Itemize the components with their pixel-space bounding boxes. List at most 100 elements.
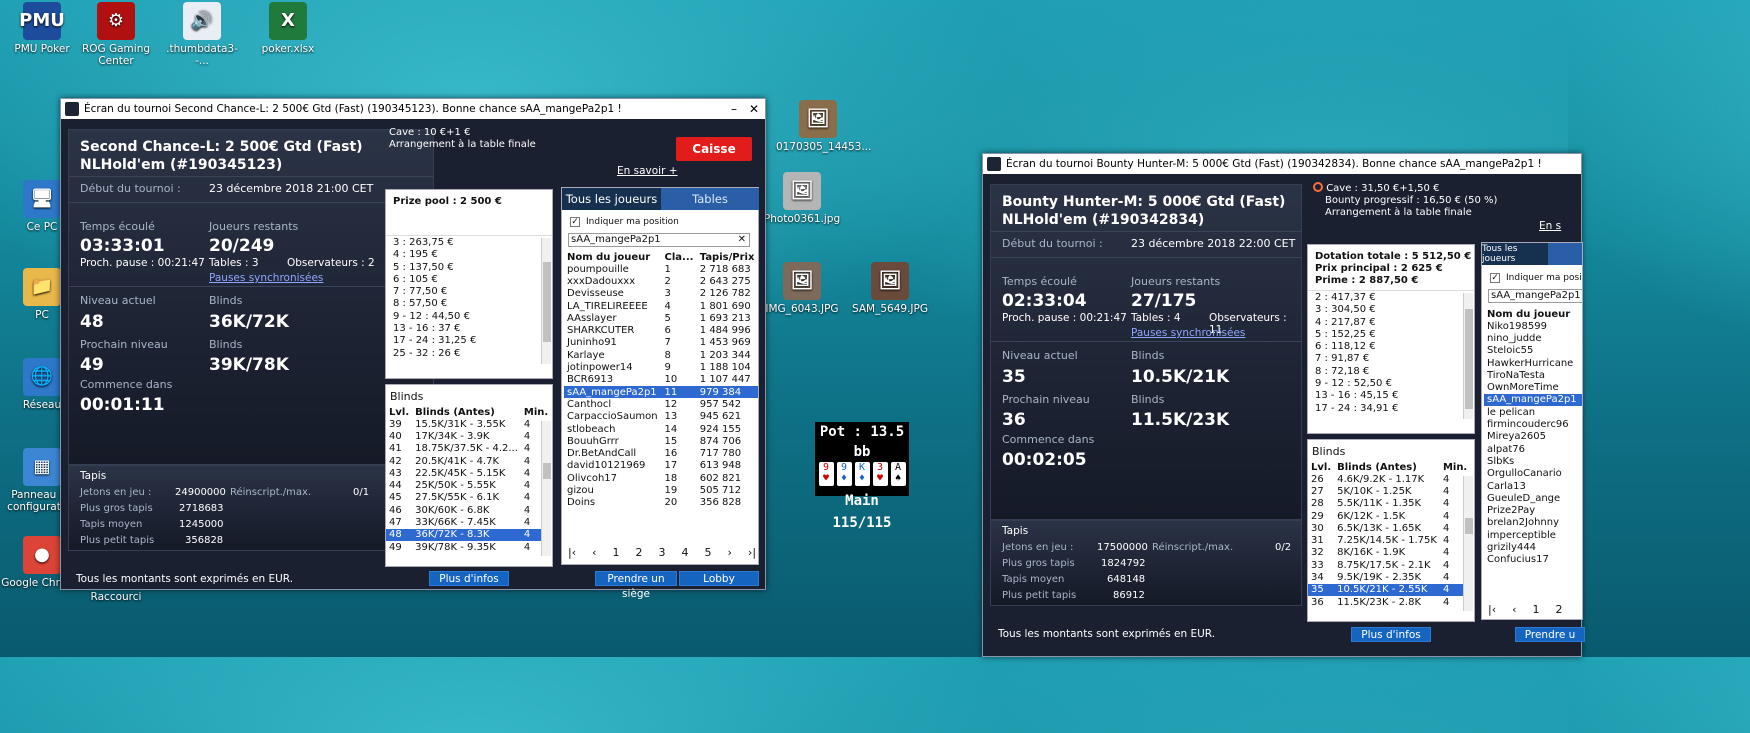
sync-breaks-link[interactable]: Pauses synchronisées xyxy=(209,272,323,284)
player-row[interactable]: david10121969 17 613 948 xyxy=(564,460,758,472)
player-row[interactable]: Steloic55 xyxy=(1484,345,1582,357)
next-page-icon[interactable]: › xyxy=(728,546,732,559)
player-row[interactable]: Niko198599 xyxy=(1484,320,1582,332)
more-info-button[interactable]: Plus d'infos xyxy=(429,571,509,586)
prev-page-icon[interactable]: ‹ xyxy=(1512,603,1516,616)
prize-scrollbar[interactable] xyxy=(1463,293,1473,419)
player-row[interactable]: gizou 19 505 712 xyxy=(564,484,758,496)
show-position-checkbox[interactable]: ✓ xyxy=(1490,273,1500,283)
prize-scrollbar[interactable] xyxy=(541,238,551,364)
blinds-row[interactable]: 43 22.5K/45K - 5.15K 4 xyxy=(386,467,551,479)
player-row[interactable]: Devisseuse 3 2 126 782 xyxy=(564,288,758,300)
col-player-name[interactable]: Nom du joueur xyxy=(1484,309,1582,320)
player-row[interactable]: CarpaccioSaumon 13 945 621 xyxy=(564,411,758,423)
player-row[interactable]: AAsslayer 5 1 693 213 xyxy=(564,312,758,324)
blinds-row[interactable]: 31 7.25K/14.5K - 1.75K 4 xyxy=(1308,534,1470,546)
more-info-button[interactable]: Plus d'infos xyxy=(1351,627,1431,642)
desktop-icon-1[interactable]: PMU PMU Poker xyxy=(0,2,84,55)
player-row[interactable]: TiroNaTesta xyxy=(1484,369,1582,381)
player-row[interactable]: Carla13 xyxy=(1484,480,1582,492)
minimize-icon[interactable]: – xyxy=(731,102,737,116)
player-row[interactable]: jotinpower14 9 1 188 104 xyxy=(564,361,758,373)
col-rank[interactable]: Cla... xyxy=(662,252,697,263)
clear-search-icon[interactable]: ✕ xyxy=(738,234,746,246)
player-row[interactable]: xxxDadouxxx 2 2 643 275 xyxy=(564,275,758,287)
blinds-row[interactable]: 34 9.5K/19K - 2.35K 4 xyxy=(1308,571,1470,583)
player-row[interactable]: HawkerHurricane xyxy=(1484,357,1582,369)
player-row[interactable]: imperceptible xyxy=(1484,529,1582,541)
desktop-icon-13[interactable]: 🖼 IMG_6043.JPG xyxy=(760,262,844,315)
player-search-input[interactable]: sAA_mangePa2p1 xyxy=(1488,289,1582,303)
player-row[interactable]: Doins 20 356 828 xyxy=(564,497,758,509)
player-row[interactable]: nino_judde xyxy=(1484,332,1582,344)
blinds-row[interactable]: 48 36K/72K - 8.3K 4 xyxy=(386,528,552,541)
col-stack[interactable]: Tapis/Prix xyxy=(697,252,758,263)
page-number[interactable]: 3 xyxy=(659,546,666,559)
player-row[interactable]: alpat76 xyxy=(1484,443,1582,455)
blinds-scrollbar[interactable] xyxy=(1463,476,1473,611)
desktop-icon-12[interactable]: 🖼 Photo0361.jpg xyxy=(760,172,844,225)
player-row[interactable]: firmincouderc96 xyxy=(1484,418,1582,430)
take-seat-button[interactable]: Prendre un siège xyxy=(595,571,677,600)
player-row[interactable]: BCR6913 10 1 107 447 xyxy=(564,374,758,386)
desktop-icon-3[interactable]: 🔊 .thumbdata3--... xyxy=(160,2,244,67)
player-row[interactable]: Canthocl 12 957 542 xyxy=(564,398,758,410)
blinds-row[interactable]: 30 6.5K/13K - 1.65K 4 xyxy=(1308,522,1470,534)
player-row[interactable]: Karlaye 8 1 203 344 xyxy=(564,349,758,361)
player-row[interactable]: LA_TIRELIREEEE 4 1 801 690 xyxy=(564,300,758,312)
cashier-button[interactable]: Caisse xyxy=(676,137,752,161)
blinds-row[interactable]: 33 8.75K/17.5K - 2.1K 4 xyxy=(1308,559,1470,571)
player-row[interactable]: Prize2Pay xyxy=(1484,504,1582,516)
take-seat-button[interactable]: Prendre u xyxy=(1515,627,1585,642)
player-row[interactable]: Olivcoh17 18 602 821 xyxy=(564,472,758,484)
blinds-row[interactable]: 44 25K/50K - 5.55K 4 xyxy=(386,479,551,491)
blinds-scrollbar[interactable] xyxy=(541,421,551,556)
tab-all-players[interactable]: Tous les joueurs xyxy=(562,188,661,210)
last-page-icon[interactable]: ›| xyxy=(748,546,756,559)
learn-more-link[interactable]: En s xyxy=(1539,220,1561,232)
player-row[interactable]: OrgulloCanario xyxy=(1484,468,1582,480)
first-page-icon[interactable]: |‹ xyxy=(1488,603,1496,616)
page-number[interactable]: 2 xyxy=(636,546,643,559)
blinds-row[interactable]: 39 15.5K/31K - 3.55K 4 xyxy=(386,418,551,430)
player-row[interactable]: SlbKs xyxy=(1484,455,1582,467)
window-2-titlebar[interactable]: Écran du tournoi Bounty Hunter-M: 5 000€… xyxy=(983,154,1581,174)
sync-breaks-link[interactable]: Pauses synchronisées xyxy=(1131,327,1245,339)
col-minutes[interactable]: Min. xyxy=(521,407,551,418)
blinds-row[interactable]: 26 4.6K/9.2K - 1.17K 4 xyxy=(1308,473,1470,485)
lobby-button[interactable]: Lobby xyxy=(679,571,759,586)
player-row[interactable]: Confucius17 xyxy=(1484,554,1582,566)
player-row[interactable]: GueuleD_ange xyxy=(1484,492,1582,504)
page-number[interactable]: 2 xyxy=(1556,603,1563,616)
player-row[interactable]: OwnMoreTime xyxy=(1484,381,1582,393)
blinds-row[interactable]: 49 39K/78K - 9.35K 4 xyxy=(386,541,551,553)
desktop-icon-11[interactable]: 🖼 0170305_14453... xyxy=(776,100,871,153)
prev-page-icon[interactable]: ‹ xyxy=(592,546,596,559)
tab-tables[interactable] xyxy=(1548,243,1582,265)
page-number[interactable]: 5 xyxy=(705,546,712,559)
learn-more-link[interactable]: En savoir + xyxy=(617,165,678,177)
blinds-row[interactable]: 41 18.75K/37.5K - 4.2... 4 xyxy=(386,443,551,455)
window-1-titlebar[interactable]: Écran du tournoi Second Chance-L: 2 500€… xyxy=(61,99,765,119)
first-page-icon[interactable]: |‹ xyxy=(568,546,576,559)
show-position-checkbox[interactable]: ✓ xyxy=(570,217,580,227)
tab-tables[interactable]: Tables xyxy=(661,188,759,210)
player-row[interactable]: grizily444 xyxy=(1484,541,1582,553)
blinds-row[interactable]: 45 27.5K/55K - 6.1K 4 xyxy=(386,492,551,504)
player-row[interactable]: le pelican xyxy=(1484,406,1582,418)
blinds-row[interactable]: 32 8K/16K - 1.9K 4 xyxy=(1308,547,1470,559)
col-blinds[interactable]: Blinds (Antes) xyxy=(1334,462,1440,473)
player-row[interactable]: sAA_mangePa2p1 xyxy=(1484,393,1582,407)
col-minutes[interactable]: Min. xyxy=(1440,462,1470,473)
desktop-icon-14[interactable]: 🖼 SAM_5649.JPG xyxy=(848,262,932,315)
blinds-row[interactable]: 29 6K/12K - 1.5K 4 xyxy=(1308,510,1470,522)
blinds-row[interactable]: 46 30K/60K - 6.8K 4 xyxy=(386,504,551,516)
player-row[interactable]: Juninho91 7 1 453 969 xyxy=(564,337,758,349)
blinds-row[interactable]: 28 5.5K/11K - 1.35K 4 xyxy=(1308,498,1470,510)
blinds-row[interactable]: 35 10.5K/21K - 2.55K 4 xyxy=(1308,583,1471,596)
player-row[interactable]: stlobeach 14 924 155 xyxy=(564,423,758,435)
blinds-row[interactable]: 40 17K/34K - 3.9K 4 xyxy=(386,430,551,442)
blinds-row[interactable]: 47 33K/66K - 7.45K 4 xyxy=(386,516,551,528)
player-row[interactable]: brelan2Johnny xyxy=(1484,517,1582,529)
close-icon[interactable]: ✕ xyxy=(749,102,759,116)
